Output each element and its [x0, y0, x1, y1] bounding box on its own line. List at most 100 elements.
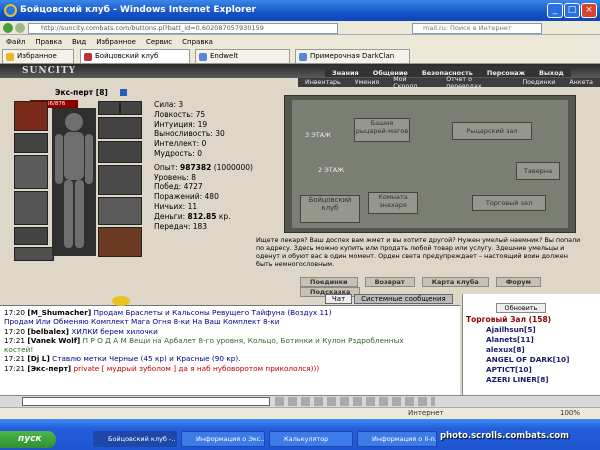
- menu-edit[interactable]: Правка: [35, 38, 62, 46]
- page-icon: [199, 53, 207, 61]
- chat-tabs: Чат Системные сообщения: [325, 294, 455, 305]
- player-list: Ajailhsun[5] Alanets[11] alexux[8] ANGEL…: [466, 325, 569, 385]
- bag-slot[interactable]: [98, 227, 142, 257]
- zoom-level[interactable]: 100%: [560, 409, 580, 417]
- club-map-button[interactable]: Карта клуба: [421, 277, 489, 287]
- character-name[interactable]: Экс-перт [8]: [55, 88, 108, 97]
- nav-exit[interactable]: Выход: [532, 69, 571, 77]
- ie-logo-icon: [4, 4, 17, 17]
- items-row-slot[interactable]: [14, 247, 54, 261]
- tab-fight-club[interactable]: Бойцовский клуб: [80, 49, 190, 63]
- list-item[interactable]: Alanets[11]: [466, 335, 569, 345]
- page-icon: [84, 53, 92, 61]
- url-field[interactable]: http://suncity.combats.com/buttons.pl?ba…: [28, 23, 338, 34]
- belt-slot[interactable]: [14, 227, 48, 245]
- taskbar-item[interactable]: Калькулятор: [269, 431, 353, 447]
- map-mage-tower[interactable]: Башня рыцарей-магов: [354, 118, 410, 142]
- leggings-slot[interactable]: [98, 165, 142, 195]
- zone-label: Интернет: [408, 409, 444, 417]
- map-floor-3: 3 ЭТАЖ: [305, 131, 332, 139]
- tab-favorites[interactable]: Избранное: [2, 49, 74, 63]
- info-icon[interactable]: [120, 89, 127, 96]
- tab-chat[interactable]: Чат: [325, 294, 353, 304]
- chat-message: 17:21 [Vanek Wolf] П Р О Д А М Вещи на А…: [4, 335, 404, 345]
- room-title: Торговый Зал (158): [466, 315, 552, 324]
- armor-slot[interactable]: [14, 191, 48, 225]
- star-icon: [6, 53, 14, 61]
- character-stats: Сила: 3 Ловкость: 75 Интуиция: 19 Выносл…: [154, 100, 253, 231]
- tab-bar: Избранное Бойцовский клуб Endwelt Пример…: [0, 48, 600, 64]
- nav-knowledge[interactable]: Знания: [325, 69, 366, 77]
- tab-darkclan[interactable]: Примерочная DarkClan: [295, 49, 410, 63]
- ring-slot[interactable]: [98, 101, 120, 115]
- weapon-slot[interactable]: [14, 155, 48, 189]
- sub-nav: Инвентарь Умения Мой Скролл Отчет о пере…: [298, 76, 600, 90]
- map-fight-club[interactable]: Бойцовский клуб: [300, 195, 360, 223]
- tab-system-messages[interactable]: Системные сообщения: [354, 294, 453, 304]
- battles-button[interactable]: Поединки: [300, 277, 358, 287]
- map-knights-hall[interactable]: Рыцарский зал: [452, 122, 532, 140]
- search-input[interactable]: mail.ru: Поиск в Интернет: [412, 23, 542, 34]
- refresh-button[interactable]: Обновить: [496, 303, 546, 313]
- helmet-slot[interactable]: [14, 101, 48, 131]
- emoji-icon: [112, 296, 130, 306]
- start-button[interactable]: пуск: [0, 431, 56, 448]
- chat-input[interactable]: [22, 397, 270, 406]
- nav-profile[interactable]: Анкета: [562, 79, 600, 86]
- back-icon[interactable]: [3, 23, 13, 33]
- shield-slot[interactable]: [98, 141, 142, 163]
- chat-message: 17:20 [belbalex] ХИЛКИ берем хилочки: [4, 326, 158, 336]
- amulet-slot[interactable]: [14, 133, 48, 153]
- list-item[interactable]: alexux[8]: [466, 345, 569, 355]
- tab-endwelt[interactable]: Endwelt: [195, 49, 290, 63]
- map-tavern[interactable]: Таверна: [516, 162, 560, 180]
- chat-message: костей!: [4, 345, 34, 355]
- suncity-logo: SUNCITY: [22, 66, 77, 76]
- nav-inventory[interactable]: Инвентарь: [298, 79, 348, 86]
- chat-log: 17:20 [M_Shumacher] Продам Браслеты и Ка…: [0, 305, 460, 395]
- chat-message: 17:21 [Dj L] Ставлю метки Черные (45 кр)…: [4, 354, 241, 364]
- list-item[interactable]: ANGEL OF DARK[10]: [466, 355, 569, 365]
- close-button[interactable]: ×: [581, 3, 597, 18]
- menu-view[interactable]: Вид: [72, 38, 86, 46]
- menu-bar: Файл Правка Вид Избранное Сервис Справка: [0, 35, 600, 48]
- return-button[interactable]: Возврат: [364, 277, 415, 287]
- maximize-button[interactable]: □: [564, 3, 580, 18]
- forum-button[interactable]: Форум: [495, 277, 541, 287]
- menu-favorites[interactable]: Избранное: [96, 38, 136, 46]
- boots-slot[interactable]: [98, 197, 142, 225]
- location-buttons: Поединки Возврат Карта клуба ФорумПодсказка: [300, 277, 600, 297]
- body-figure-icon: [55, 113, 93, 248]
- map-trade-hall[interactable]: Торговый зал: [472, 195, 546, 211]
- chat-tools-icon[interactable]: [275, 397, 435, 406]
- chat-message: 17:20 [M_Shumacher] Продам Браслеты и Ка…: [4, 308, 332, 317]
- nav-battles[interactable]: Поединки: [515, 79, 562, 86]
- list-item[interactable]: Ajailhsun[5]: [466, 325, 569, 335]
- list-item[interactable]: AZERI LINER[8]: [466, 375, 569, 385]
- chat-message: Продам Или Обменяю Комплект Мага Огня 8-…: [4, 317, 280, 327]
- map-floor-2: 2 ЭТАЖ: [318, 166, 345, 174]
- character-silhouette: [52, 108, 96, 256]
- menu-help[interactable]: Справка: [182, 38, 213, 46]
- gloves-slot[interactable]: [98, 117, 142, 139]
- ring-slot[interactable]: [120, 101, 142, 115]
- menu-file[interactable]: Файл: [6, 38, 25, 46]
- page-icon: [299, 53, 307, 61]
- nav-scroll[interactable]: Мой Скролл: [386, 76, 439, 90]
- address-bar: http://suncity.combats.com/buttons.pl?ba…: [0, 21, 600, 35]
- status-bar: Интернет 100%: [0, 407, 600, 419]
- nav-transfers[interactable]: Отчет о переводах: [439, 76, 515, 90]
- location-description: Ищете лекаря? Ваш доспех вам жмет и вы х…: [256, 236, 581, 268]
- taskbar-item[interactable]: Информация о Экс...: [181, 431, 265, 447]
- map-healer-room[interactable]: Комната знахаря: [368, 192, 418, 214]
- forward-icon[interactable]: [15, 23, 25, 33]
- taskbar-item[interactable]: Бойцовский клуб -...: [93, 431, 177, 447]
- minimize-button[interactable]: _: [547, 3, 563, 18]
- menu-tools[interactable]: Сервис: [146, 38, 172, 46]
- window-title: Бойцовский клуб - Windows Internet Explo…: [0, 0, 600, 21]
- nav-skills[interactable]: Умения: [348, 79, 386, 86]
- list-item[interactable]: APTICT[10]: [466, 365, 569, 375]
- taskbar-item[interactable]: Информация о II-п...: [357, 431, 437, 447]
- watermark: photo.scrolls.combats.com: [440, 431, 569, 441]
- chat-message: 17:21 [Экс-перт] private [ мудрый зуболо…: [4, 363, 320, 373]
